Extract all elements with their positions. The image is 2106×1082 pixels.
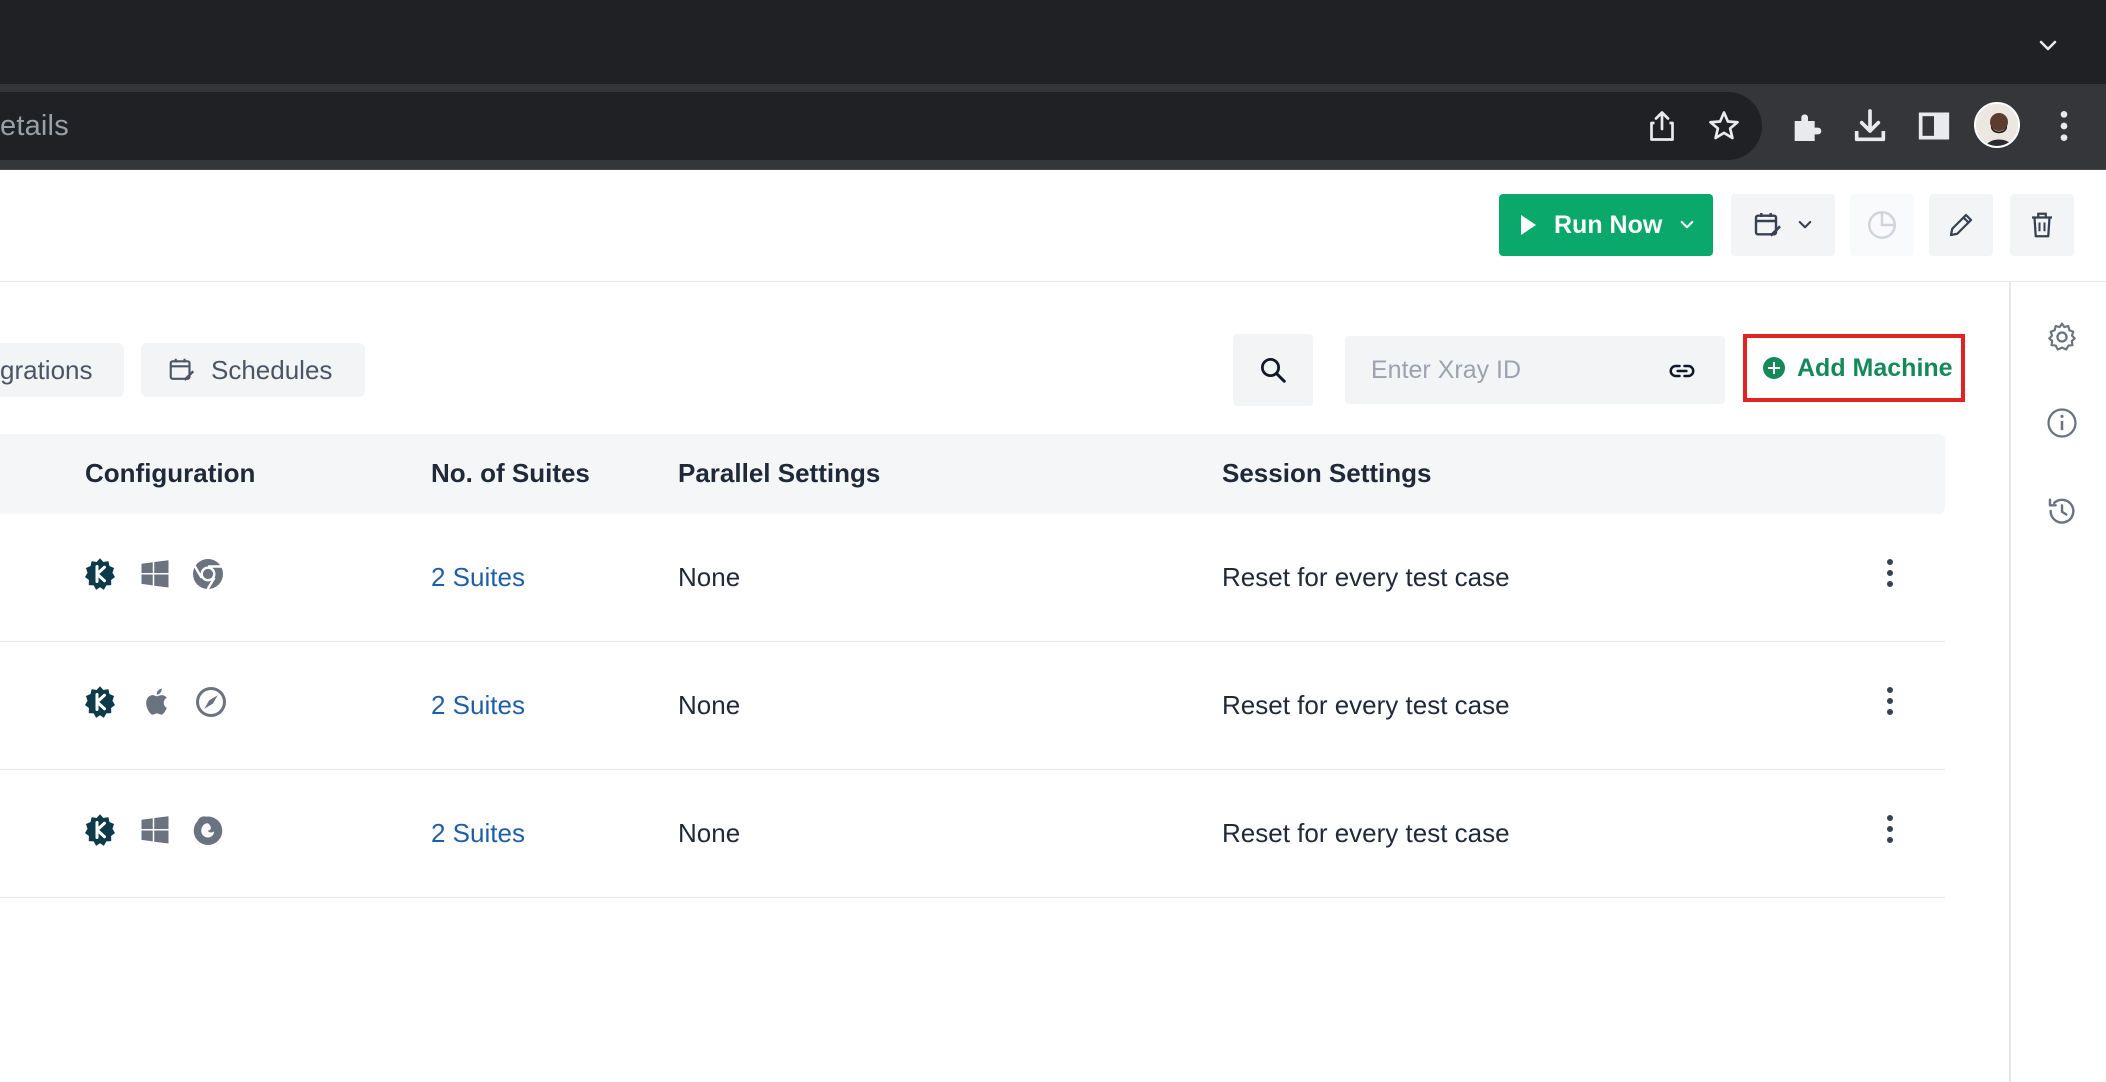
column-header-parallel: Parallel Settings <box>678 458 881 488</box>
delete-button[interactable] <box>2010 194 2074 256</box>
row-actions-menu-icon[interactable] <box>1872 804 1908 854</box>
table-header: Configuration No. of Suites Parallel Set… <box>0 434 1945 514</box>
firefox-icon <box>193 816 223 845</box>
session-value: Reset for every test case <box>1222 818 1510 848</box>
katalon-icon <box>85 814 115 846</box>
run-now-label: Run Now <box>1554 210 1663 239</box>
share-icon[interactable] <box>1644 108 1680 144</box>
side-panel-icon[interactable] <box>1914 106 1954 146</box>
tab-integrations-label: grations <box>0 354 93 385</box>
katalon-icon <box>85 686 115 718</box>
katalon-icon <box>85 558 115 590</box>
play-icon <box>1521 215 1536 235</box>
row-actions-menu-icon[interactable] <box>1872 548 1908 598</box>
history-icon[interactable] <box>2045 494 2079 528</box>
link-icon[interactable] <box>1667 356 1697 386</box>
info-icon[interactable] <box>2045 406 2079 440</box>
windows-icon <box>141 560 169 588</box>
chrome-icon <box>193 559 223 590</box>
download-icon[interactable] <box>1850 106 1890 146</box>
edit-button[interactable] <box>1929 194 1993 256</box>
windows-icon <box>141 816 169 844</box>
suites-link[interactable]: 2 Suites <box>431 690 525 721</box>
column-header-configuration: Configuration <box>85 458 256 488</box>
browser-menu-icon[interactable] <box>2044 106 2084 146</box>
chevron-down-icon <box>1798 220 1812 229</box>
tab-search-chevron-icon[interactable] <box>2036 34 2060 58</box>
apple-icon <box>146 688 167 715</box>
pie-chart-icon <box>1867 210 1897 240</box>
schedule-dropdown-button[interactable] <box>1731 194 1835 256</box>
search-icon <box>1261 358 1286 383</box>
table-row: 2 Suites None Reset for every test case <box>0 514 1945 642</box>
run-now-button[interactable]: Run Now <box>1499 194 1713 256</box>
address-bar-url: etails <box>0 110 69 142</box>
add-machine-button[interactable]: Add Machine <box>1743 334 1965 402</box>
session-value: Reset for every test case <box>1222 690 1510 720</box>
bookmark-star-icon[interactable] <box>1706 108 1742 144</box>
xray-id-field <box>1345 336 1725 404</box>
profile-avatar[interactable] <box>1974 102 2020 148</box>
address-bar[interactable]: etails <box>0 92 1762 160</box>
plus-circle-icon <box>1763 357 1785 379</box>
safari-icon <box>196 687 226 717</box>
column-header-suites: No. of Suites <box>431 458 590 488</box>
chevron-down-icon <box>1681 220 1694 229</box>
right-side-rail <box>2009 282 2106 1082</box>
tab-integrations[interactable]: grations <box>0 343 124 397</box>
row-actions-menu-icon[interactable] <box>1872 676 1908 726</box>
search-button[interactable] <box>1233 334 1313 406</box>
analytics-button[interactable] <box>1850 194 1914 256</box>
parallel-value: None <box>678 562 741 592</box>
avatar-person-icon <box>1976 104 2018 146</box>
settings-gear-icon[interactable] <box>2045 320 2079 354</box>
xray-id-input[interactable] <box>1345 336 1655 404</box>
pencil-icon <box>1949 213 1973 237</box>
tab-schedules[interactable]: Schedules <box>141 343 365 397</box>
parallel-value: None <box>678 818 741 848</box>
calendar-edit-icon <box>169 358 195 381</box>
parallel-value: None <box>678 690 741 720</box>
table-row: 2 Suites None Reset for every test case <box>0 642 1945 770</box>
add-machine-label: Add Machine <box>1797 353 1953 382</box>
plan-header: Run Now <box>0 170 2106 282</box>
tab-schedules-label: Schedules <box>211 354 333 385</box>
table-row: 2 Suites None Reset for every test case <box>0 770 1945 898</box>
session-value: Reset for every test case <box>1222 562 1510 592</box>
suites-link[interactable]: 2 Suites <box>431 818 525 849</box>
trash-icon <box>2032 212 2052 238</box>
extensions-puzzle-icon[interactable] <box>1788 106 1828 146</box>
browser-toolbar: etails <box>0 84 2106 170</box>
browser-tab-strip <box>0 0 2106 84</box>
suites-link[interactable]: 2 Suites <box>431 562 525 593</box>
column-header-session: Session Settings <box>1222 458 1432 488</box>
calendar-edit-icon <box>1754 213 1781 237</box>
